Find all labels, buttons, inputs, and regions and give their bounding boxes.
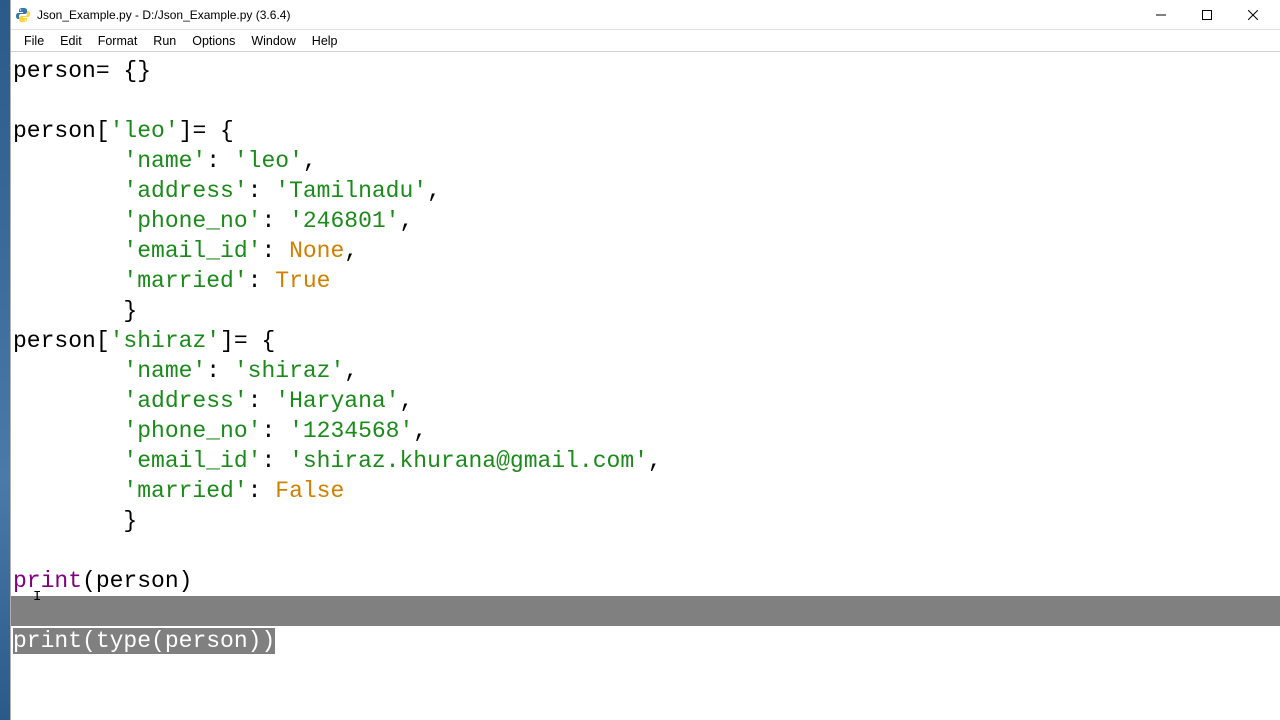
- menu-format[interactable]: Format: [91, 32, 145, 50]
- code-line: 'address': 'Tamilnadu',: [13, 178, 441, 204]
- code-line: 'married': False: [13, 478, 344, 504]
- code-line: 'email_id': 'shiraz.khurana@gmail.com',: [13, 448, 662, 474]
- menubar: File Edit Format Run Options Window Help: [11, 30, 1280, 52]
- maximize-button[interactable]: [1184, 0, 1230, 30]
- text-cursor-icon: I: [33, 582, 41, 612]
- menu-run[interactable]: Run: [146, 32, 183, 50]
- python-icon: [15, 7, 31, 23]
- code-line: }: [13, 298, 137, 324]
- window-title: Json_Example.py - D:/Json_Example.py (3.…: [37, 8, 1138, 22]
- code-line: person['leo']= {: [13, 118, 234, 144]
- selection-empty-line: [11, 596, 1280, 626]
- titlebar[interactable]: Json_Example.py - D:/Json_Example.py (3.…: [11, 0, 1280, 30]
- code-line: 'name': 'leo',: [13, 148, 317, 174]
- menu-file[interactable]: File: [17, 32, 51, 50]
- code-line: 'phone_no': '1234568',: [13, 418, 427, 444]
- code-line: person['shiraz']= {: [13, 328, 275, 354]
- desktop-left-sliver: [0, 0, 10, 720]
- menu-options[interactable]: Options: [185, 32, 242, 50]
- code-line: 'address': 'Haryana',: [13, 388, 413, 414]
- code-line: 'married': True: [13, 268, 330, 294]
- code-line: 'phone_no': '246801',: [13, 208, 413, 234]
- code-line-selected: print(type(person)): [13, 628, 275, 654]
- menu-window[interactable]: Window: [244, 32, 302, 50]
- code-line: 'name': 'shiraz',: [13, 358, 358, 384]
- close-button[interactable]: [1230, 0, 1276, 30]
- idle-window: Json_Example.py - D:/Json_Example.py (3.…: [10, 0, 1280, 720]
- minimize-button[interactable]: [1138, 0, 1184, 30]
- code-line: }: [13, 508, 137, 534]
- menu-help[interactable]: Help: [305, 32, 345, 50]
- code-line: 'email_id': None,: [13, 238, 358, 264]
- code-editor[interactable]: person= {} person['leo']= { 'name': 'leo…: [11, 52, 1280, 656]
- menu-edit[interactable]: Edit: [53, 32, 89, 50]
- code-line: person= {}: [13, 58, 151, 84]
